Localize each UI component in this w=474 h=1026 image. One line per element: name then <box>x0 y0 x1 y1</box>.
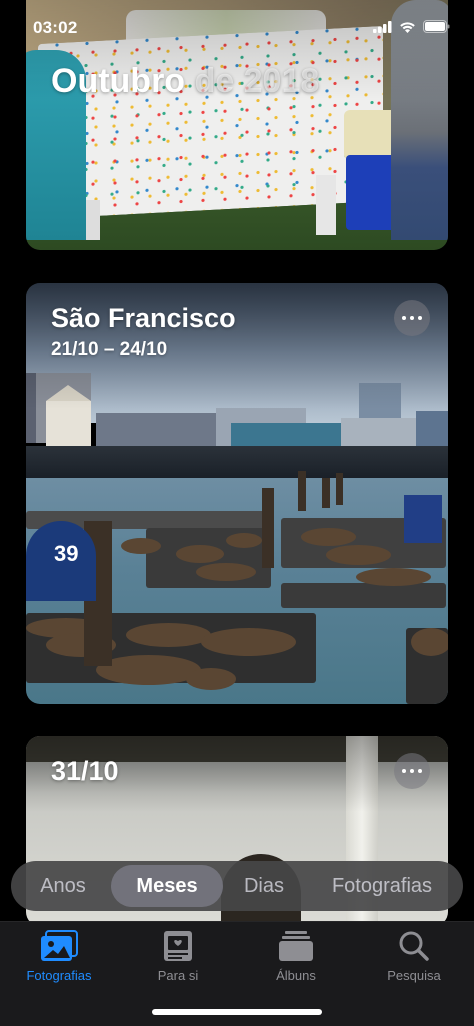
tab-photos[interactable]: Fotografias <box>9 930 109 983</box>
ellipsis-icon <box>402 769 422 773</box>
ellipsis-icon <box>402 316 422 320</box>
albums-icon <box>279 931 313 961</box>
library-view-segmented-control: Anos Meses Dias Fotografias <box>11 861 463 911</box>
wifi-icon <box>400 21 415 33</box>
card-title: Outubro de 2018 <box>51 62 320 100</box>
cellular-signal-icon <box>373 20 392 33</box>
tab-albums[interactable]: Álbuns <box>246 930 346 983</box>
more-options-button[interactable] <box>394 753 430 789</box>
card-date-range: 21/10 – 24/10 <box>51 339 168 360</box>
event-card-sao-francisco[interactable]: 39 São Francisco 21/10 – 24/10 <box>26 283 448 704</box>
segment-days[interactable]: Dias <box>223 865 305 907</box>
tab-for-you[interactable]: Para si <box>128 930 228 983</box>
more-options-button[interactable] <box>394 300 430 336</box>
status-bar: 03:02 <box>0 0 474 54</box>
status-time: 03:02 <box>33 18 78 37</box>
tab-search[interactable]: Pesquisa <box>364 930 464 983</box>
battery-icon <box>423 20 450 33</box>
segment-all-photos[interactable]: Fotografias <box>305 865 459 907</box>
home-indicator[interactable] <box>152 1009 322 1015</box>
card-title: São Francisco <box>51 303 236 333</box>
search-icon <box>399 931 429 961</box>
card-title: 31/10 <box>51 756 119 786</box>
photos-icon <box>41 930 78 961</box>
segment-months[interactable]: Meses <box>111 865 223 907</box>
status-icons <box>373 20 450 33</box>
for-you-icon <box>164 931 192 961</box>
segment-years[interactable]: Anos <box>15 865 111 907</box>
